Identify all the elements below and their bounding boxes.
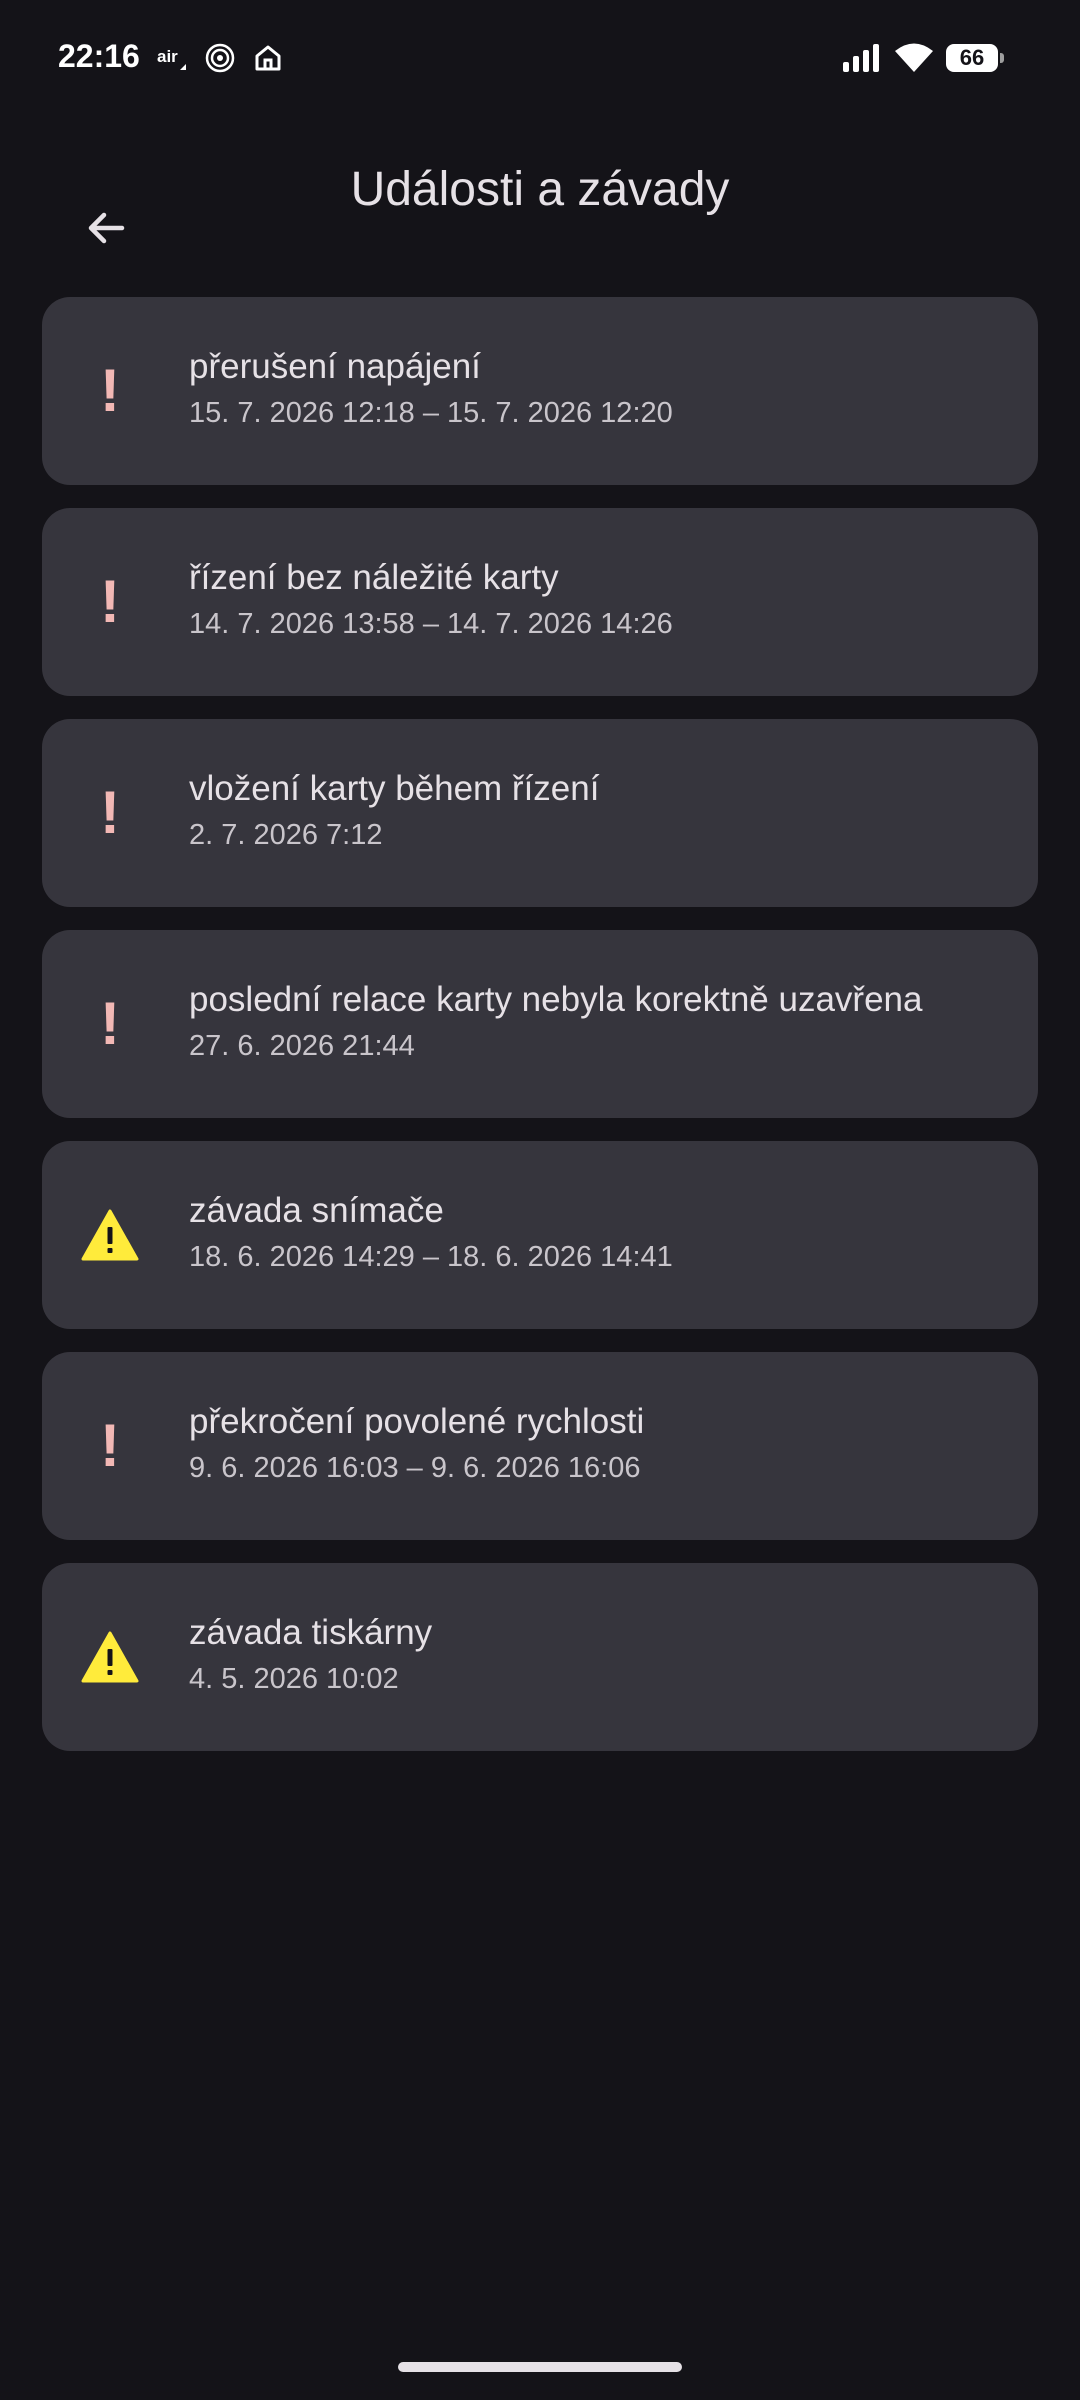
event-item[interactable]: ! vložení karty během řízení 2. 7. 2026 … bbox=[42, 719, 1038, 907]
event-item[interactable]: závada snímače 18. 6. 2026 14:29 – 18. 6… bbox=[42, 1141, 1038, 1329]
event-item[interactable]: ! překročení povolené rychlosti 9. 6. 20… bbox=[42, 1352, 1038, 1540]
event-text: řízení bez náležité karty 14. 7. 2026 13… bbox=[189, 556, 1018, 642]
event-time: 15. 7. 2026 12:18 – 15. 7. 2026 12:20 bbox=[189, 397, 673, 429]
event-text: překročení povolené rychlosti 9. 6. 2026… bbox=[189, 1400, 1018, 1486]
event-title: řízení bez náležité karty bbox=[189, 558, 559, 597]
warning-icon bbox=[80, 1205, 140, 1265]
top-app-bar: Události a závady bbox=[0, 150, 1080, 280]
event-item[interactable]: ! přerušení napájení 15. 7. 2026 12:18 –… bbox=[42, 297, 1038, 485]
event-title: závada tiskárny bbox=[189, 1613, 433, 1652]
status-time: 22:16 bbox=[58, 38, 140, 74]
exclamation-icon: ! bbox=[100, 357, 120, 424]
signal-icon bbox=[843, 44, 879, 72]
event-text: vložení karty během řízení 2. 7. 2026 7:… bbox=[189, 767, 1018, 853]
event-time: 4. 5. 2026 10:02 bbox=[189, 1663, 399, 1695]
exclamation-icon: ! bbox=[100, 568, 120, 635]
warning-icon bbox=[80, 1627, 140, 1687]
exclamation-icon: ! bbox=[100, 779, 120, 846]
event-title: vložení karty během řízení bbox=[189, 769, 600, 808]
event-time: 18. 6. 2026 14:29 – 18. 6. 2026 14:41 bbox=[189, 1241, 673, 1273]
page-title: Události a závady bbox=[350, 163, 730, 216]
event-text: poslední relace karty nebyla korektně uz… bbox=[189, 978, 1018, 1064]
battery-level: 66 bbox=[946, 44, 998, 72]
event-text: závada tiskárny 4. 5. 2026 10:02 bbox=[189, 1611, 1018, 1697]
event-item[interactable]: ! řízení bez náležité karty 14. 7. 2026 … bbox=[42, 508, 1038, 696]
event-title: překročení povolené rychlosti bbox=[189, 1402, 645, 1441]
event-time: 27. 6. 2026 21:44 bbox=[189, 1030, 415, 1062]
event-item[interactable]: ! poslední relace karty nebyla korektně … bbox=[42, 930, 1038, 1118]
event-time: 14. 7. 2026 13:58 – 14. 7. 2026 14:26 bbox=[189, 608, 673, 640]
event-text: přerušení napájení 15. 7. 2026 12:18 – 1… bbox=[189, 345, 1018, 431]
exclamation-icon: ! bbox=[100, 990, 120, 1057]
status-bar: 22:16 air 66 bbox=[0, 0, 1080, 120]
wifi-icon bbox=[895, 43, 933, 72]
event-time: 9. 6. 2026 16:03 – 9. 6. 2026 16:06 bbox=[189, 1452, 641, 1484]
air-icon: air bbox=[157, 47, 186, 70]
battery-tip bbox=[1000, 53, 1004, 63]
event-list: ! přerušení napájení 15. 7. 2026 12:18 –… bbox=[42, 297, 1038, 1774]
battery-icon: 66 bbox=[946, 44, 1004, 72]
event-text: závada snímače 18. 6. 2026 14:29 – 18. 6… bbox=[189, 1189, 1018, 1275]
event-title: poslední relace karty nebyla korektně uz… bbox=[189, 980, 923, 1019]
screen: 22:16 air 66 Události a závady ! přeruše… bbox=[0, 0, 1080, 2400]
nfc-icon bbox=[205, 43, 235, 73]
event-item[interactable]: závada tiskárny 4. 5. 2026 10:02 bbox=[42, 1563, 1038, 1751]
home-icon bbox=[255, 45, 281, 71]
event-title: závada snímače bbox=[189, 1191, 444, 1230]
event-title: přerušení napájení bbox=[189, 347, 481, 386]
exclamation-icon: ! bbox=[100, 1412, 120, 1479]
svg-text:air: air bbox=[157, 47, 178, 66]
gesture-navigation-bar[interactable] bbox=[398, 2362, 682, 2372]
event-time: 2. 7. 2026 7:12 bbox=[189, 819, 383, 851]
